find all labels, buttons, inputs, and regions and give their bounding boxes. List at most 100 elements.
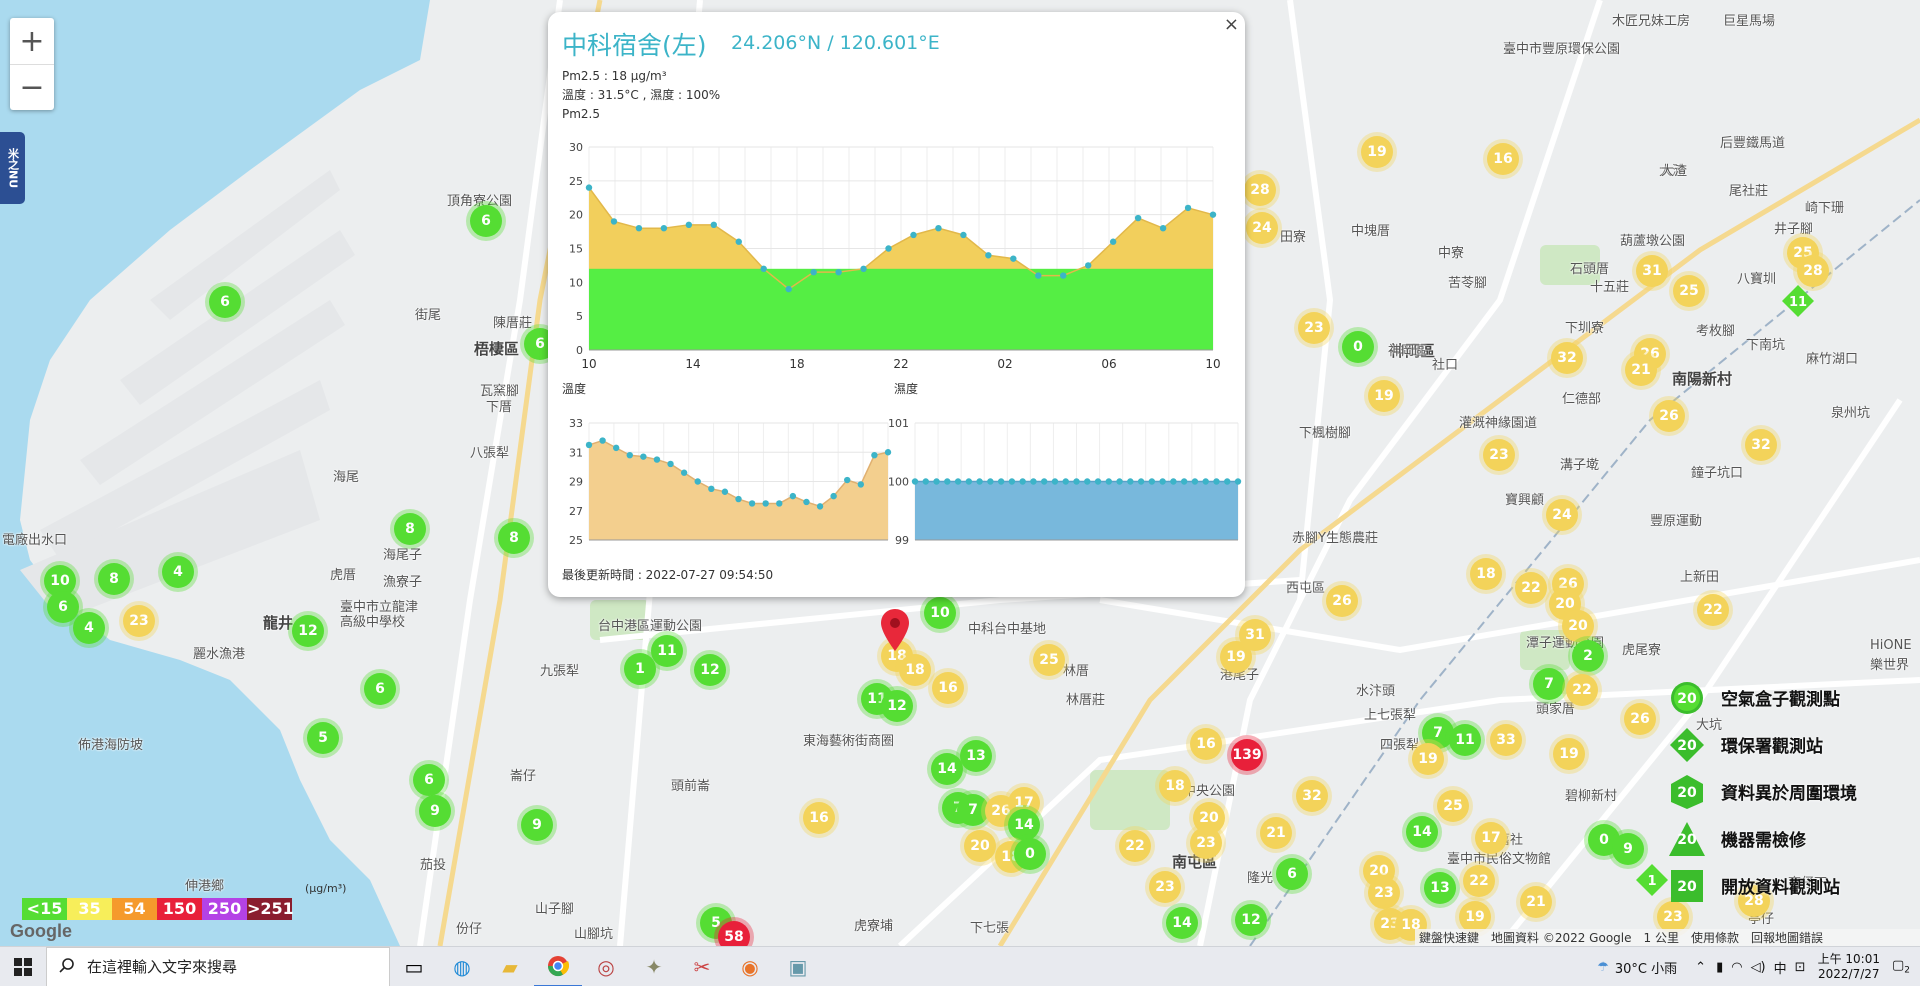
- air-sensor-marker[interactable]: 24: [1546, 499, 1578, 531]
- air-sensor-marker[interactable]: 19: [1412, 743, 1444, 775]
- app-icon-bird[interactable]: ✦: [630, 947, 678, 986]
- air-sensor-marker[interactable]: 2: [1572, 640, 1604, 672]
- air-sensor-marker[interactable]: 22: [1515, 572, 1547, 604]
- air-sensor-marker[interactable]: 23: [1190, 827, 1222, 859]
- air-sensor-marker[interactable]: 21: [1260, 817, 1292, 849]
- air-sensor-marker[interactable]: 21: [1520, 886, 1552, 918]
- app-icon-box[interactable]: ▣: [774, 947, 822, 986]
- air-sensor-marker[interactable]: 5: [307, 722, 339, 754]
- air-sensor-marker[interactable]: 23: [1149, 871, 1181, 903]
- attribution-link[interactable]: 地圖資料 ©2022 Google: [1491, 929, 1632, 946]
- air-sensor-marker[interactable]: 22: [1463, 865, 1495, 897]
- app-icon-compass[interactable]: ◎: [582, 947, 630, 986]
- air-sensor-marker[interactable]: 16: [932, 672, 964, 704]
- air-sensor-marker[interactable]: 14: [931, 753, 963, 785]
- close-icon[interactable]: ×: [1224, 14, 1239, 35]
- air-sensor-marker[interactable]: 33: [1490, 724, 1522, 756]
- zoom-out-button[interactable]: −: [10, 64, 54, 110]
- attribution-link[interactable]: 1 公里: [1644, 929, 1679, 946]
- air-sensor-marker[interactable]: 139: [1231, 739, 1263, 771]
- air-sensor-marker[interactable]: 8: [98, 563, 130, 595]
- air-sensor-marker[interactable]: 6: [209, 286, 241, 318]
- battery-icon[interactable]: ▮: [1716, 960, 1723, 975]
- task-view-icon[interactable]: ▭: [390, 947, 438, 986]
- air-sensor-marker[interactable]: 19: [1361, 136, 1393, 168]
- attribution-link[interactable]: 使用條款: [1691, 929, 1739, 946]
- air-sensor-marker[interactable]: 14: [1406, 816, 1438, 848]
- air-sensor-marker[interactable]: 16: [1190, 728, 1222, 760]
- air-sensor-marker[interactable]: 25: [1437, 790, 1469, 822]
- blender-icon[interactable]: ◉: [726, 947, 774, 986]
- air-sensor-marker[interactable]: 18: [899, 654, 931, 686]
- air-sensor-marker[interactable]: 20: [964, 830, 996, 862]
- file-explorer-icon[interactable]: ▰: [486, 947, 534, 986]
- air-sensor-marker[interactable]: 26: [1653, 400, 1685, 432]
- network-icon[interactable]: ◠: [1731, 960, 1742, 975]
- air-sensor-marker[interactable]: 0: [1014, 838, 1046, 870]
- air-sensor-marker[interactable]: 25: [1033, 644, 1065, 676]
- air-sensor-marker[interactable]: 20: [1562, 610, 1594, 642]
- air-sensor-marker[interactable]: 28: [1244, 174, 1276, 206]
- air-sensor-marker[interactable]: 13: [1424, 872, 1456, 904]
- air-sensor-marker[interactable]: 6: [47, 591, 79, 623]
- air-sensor-marker[interactable]: 21: [1625, 354, 1657, 386]
- air-sensor-marker[interactable]: 6: [364, 673, 396, 705]
- epa-station-marker[interactable]: 1: [1636, 864, 1668, 896]
- air-sensor-marker[interactable]: 4: [162, 556, 194, 588]
- air-sensor-marker[interactable]: 12: [1235, 904, 1267, 936]
- attribution-link[interactable]: 鍵盤快速鍵: [1419, 929, 1479, 946]
- air-sensor-marker[interactable]: 22: [1566, 674, 1598, 706]
- air-sensor-marker[interactable]: 0: [1342, 331, 1374, 363]
- air-sensor-marker[interactable]: 16: [803, 802, 835, 834]
- air-sensor-marker[interactable]: 8: [498, 522, 530, 554]
- air-sensor-marker[interactable]: 14: [1008, 809, 1040, 841]
- air-sensor-marker[interactable]: 26: [1326, 585, 1358, 617]
- air-sensor-marker[interactable]: 13: [960, 740, 992, 772]
- air-sensor-marker[interactable]: 25: [1673, 275, 1705, 307]
- air-sensor-marker[interactable]: 32: [1551, 342, 1583, 374]
- air-sensor-marker[interactable]: 10: [924, 597, 956, 629]
- air-sensor-marker[interactable]: 23: [123, 605, 155, 637]
- google-logo[interactable]: Google: [10, 921, 72, 942]
- air-sensor-marker[interactable]: 22: [1119, 830, 1151, 862]
- air-sensor-marker[interactable]: 19: [1553, 738, 1585, 770]
- air-sensor-marker[interactable]: 9: [1612, 833, 1644, 865]
- air-sensor-marker[interactable]: 58: [718, 921, 750, 946]
- air-sensor-marker[interactable]: 23: [1298, 312, 1330, 344]
- air-sensor-marker[interactable]: 6: [470, 205, 502, 237]
- location-pin-icon[interactable]: [881, 609, 909, 655]
- air-sensor-marker[interactable]: 31: [1239, 619, 1271, 651]
- edge-icon[interactable]: ◍: [438, 947, 486, 986]
- air-sensor-marker[interactable]: 31: [1636, 255, 1668, 287]
- air-sensor-marker[interactable]: 8: [394, 513, 426, 545]
- zoom-in-button[interactable]: +: [10, 18, 54, 64]
- volume-icon[interactable]: ◁): [1751, 960, 1766, 975]
- start-button[interactable]: [0, 947, 46, 986]
- air-sensor-marker[interactable]: 26: [1624, 703, 1656, 735]
- app-icon-tool[interactable]: ✂: [678, 947, 726, 986]
- side-menu-tab[interactable]: 米之NU: [0, 132, 25, 204]
- air-sensor-marker[interactable]: 4: [73, 612, 105, 644]
- air-sensor-marker[interactable]: 12: [694, 654, 726, 686]
- weather-text[interactable]: 30°C 小雨: [1615, 958, 1677, 977]
- air-sensor-marker[interactable]: 11: [651, 635, 683, 667]
- air-sensor-marker[interactable]: 9: [521, 809, 553, 841]
- air-sensor-marker[interactable]: 14: [1166, 907, 1198, 939]
- air-sensor-marker[interactable]: 18: [1159, 770, 1191, 802]
- air-sensor-marker[interactable]: 6: [1276, 858, 1308, 890]
- air-sensor-marker[interactable]: 23: [1483, 439, 1515, 471]
- chevron-up-icon[interactable]: ⌃: [1695, 960, 1706, 975]
- air-sensor-marker[interactable]: 28: [1797, 255, 1829, 287]
- air-sensor-marker[interactable]: 11: [1449, 724, 1481, 756]
- air-sensor-marker[interactable]: 32: [1296, 780, 1328, 812]
- map-canvas[interactable]: 頂角寮公園 陳厝莊 梧棲區 瓦窯腳 下厝 街尾 八張犁 海尾 海尾子 虎厝 漁寮子 電廠出水口 龍井 臺中…: [0, 0, 1920, 946]
- ime-indicator[interactable]: 中: [1774, 958, 1787, 977]
- air-sensor-marker[interactable]: 18: [1470, 558, 1502, 590]
- air-sensor-marker[interactable]: 9: [419, 795, 451, 827]
- chrome-icon[interactable]: [534, 947, 582, 986]
- air-sensor-marker[interactable]: 23: [1368, 877, 1400, 909]
- air-sensor-marker[interactable]: 1: [624, 653, 656, 685]
- epa-station-marker[interactable]: 11: [1782, 285, 1814, 317]
- air-sensor-marker[interactable]: 7: [1533, 668, 1565, 700]
- air-sensor-marker[interactable]: 12: [881, 690, 913, 722]
